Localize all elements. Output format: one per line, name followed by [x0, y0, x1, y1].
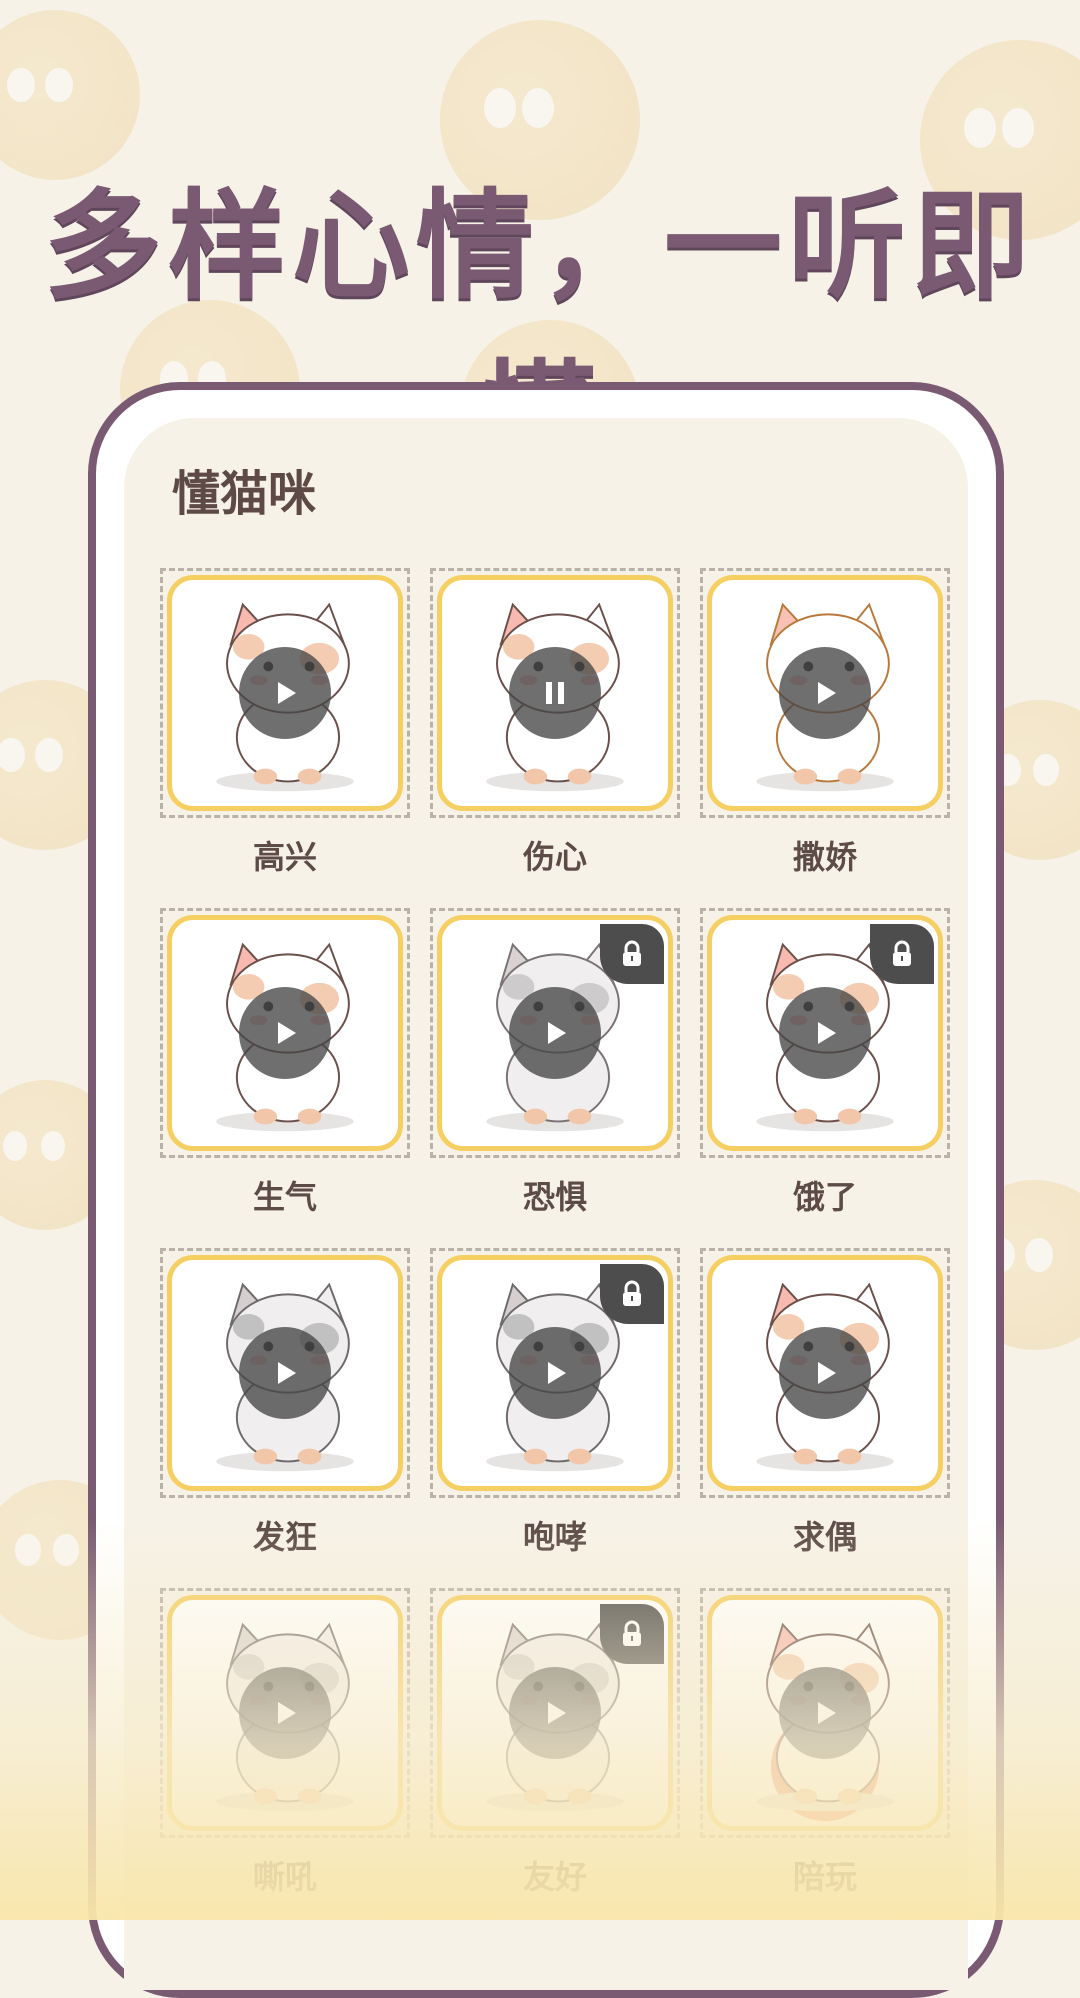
play-button[interactable] [509, 1327, 601, 1419]
sound-card-thumbnail[interactable] [437, 575, 673, 811]
sound-card-thumbnail[interactable] [707, 1255, 943, 1491]
play-button[interactable] [239, 647, 331, 739]
play-button[interactable] [509, 987, 601, 1079]
sound-card[interactable]: 生气 [160, 908, 410, 1216]
play-button[interactable] [779, 1667, 871, 1759]
pause-button[interactable] [509, 647, 601, 739]
sound-card-thumbnail[interactable] [167, 1595, 403, 1831]
sound-card-frame[interactable] [430, 1588, 680, 1838]
sound-card[interactable]: 伤心 [430, 568, 680, 876]
sound-card-label: 恐惧 [522, 1178, 587, 1216]
sound-card-frame[interactable] [700, 568, 950, 818]
sound-card-label: 嘶吼 [252, 1858, 317, 1896]
sound-card-frame[interactable] [430, 568, 680, 818]
sound-card[interactable]: 恐惧 [430, 908, 680, 1216]
sound-card-label: 咆哮 [522, 1518, 587, 1556]
sound-card[interactable]: 高兴 [160, 568, 410, 876]
play-button[interactable] [779, 987, 871, 1079]
play-button[interactable] [509, 1667, 601, 1759]
play-button[interactable] [239, 987, 331, 1079]
sound-card-frame[interactable] [160, 908, 410, 1158]
play-icon [267, 1695, 303, 1731]
play-icon [537, 1695, 573, 1731]
sound-card-label: 饿了 [792, 1178, 857, 1216]
page-title: 懂猫咪 [172, 466, 317, 522]
play-icon [537, 1015, 573, 1051]
sound-card[interactable]: 饿了 [700, 908, 950, 1216]
app-screen: 懂猫咪 高兴 伤心 撒娇 生气 恐惧 饿了 发狂 咆哮 求偶 嘶吼 友好 陪玩 [124, 418, 968, 1990]
sound-card[interactable]: 求偶 [700, 1248, 950, 1556]
sound-card[interactable]: 嘶吼 [160, 1588, 410, 1896]
sound-card-thumbnail[interactable] [437, 1595, 673, 1831]
sound-card-thumbnail[interactable] [167, 1255, 403, 1491]
lock-badge [870, 924, 934, 984]
play-icon [267, 1355, 303, 1391]
sound-card[interactable]: 陪玩 [700, 1588, 950, 1896]
lock-icon [619, 940, 645, 968]
sound-card-frame[interactable] [700, 908, 950, 1158]
play-button[interactable] [239, 1327, 331, 1419]
play-button[interactable] [239, 1667, 331, 1759]
sound-card-frame[interactable] [160, 568, 410, 818]
sound-card-frame[interactable] [700, 1248, 950, 1498]
play-icon [267, 675, 303, 711]
play-icon [807, 675, 843, 711]
lock-badge [600, 924, 664, 984]
sound-card[interactable]: 友好 [430, 1588, 680, 1896]
lock-badge [600, 1264, 664, 1324]
pause-icon [537, 675, 573, 711]
sound-grid: 高兴 伤心 撒娇 生气 恐惧 饿了 发狂 咆哮 求偶 嘶吼 友好 陪玩 [160, 568, 950, 1896]
play-icon [807, 1695, 843, 1731]
lock-badge [600, 1604, 664, 1664]
sound-card[interactable]: 撒娇 [700, 568, 950, 876]
sound-card-thumbnail[interactable] [167, 575, 403, 811]
sound-card-frame[interactable] [430, 1248, 680, 1498]
sound-card-thumbnail[interactable] [707, 575, 943, 811]
play-button[interactable] [779, 1327, 871, 1419]
sound-card-label: 发狂 [252, 1518, 317, 1556]
lock-icon [889, 940, 915, 968]
sound-card-label: 伤心 [522, 838, 587, 876]
sound-card-thumbnail[interactable] [707, 1595, 943, 1831]
phone-frame: 懂猫咪 高兴 伤心 撒娇 生气 恐惧 饿了 发狂 咆哮 求偶 嘶吼 友好 陪玩 [88, 382, 1004, 1998]
play-icon [807, 1015, 843, 1051]
sound-card-frame[interactable] [700, 1588, 950, 1838]
lock-icon [619, 1620, 645, 1648]
sound-card-thumbnail[interactable] [707, 915, 943, 1151]
play-button[interactable] [779, 647, 871, 739]
sound-card-frame[interactable] [160, 1248, 410, 1498]
sound-card-thumbnail[interactable] [437, 1255, 673, 1491]
sound-card-thumbnail[interactable] [167, 915, 403, 1151]
sound-card-label: 求偶 [792, 1518, 857, 1556]
lock-icon [619, 1280, 645, 1308]
sound-card-frame[interactable] [430, 908, 680, 1158]
sound-card-label: 生气 [252, 1178, 317, 1216]
sound-card-frame[interactable] [160, 1588, 410, 1838]
play-icon [807, 1355, 843, 1391]
sound-card[interactable]: 发狂 [160, 1248, 410, 1556]
sound-card-label: 陪玩 [792, 1858, 857, 1896]
sound-card-thumbnail[interactable] [437, 915, 673, 1151]
play-icon [267, 1015, 303, 1051]
sound-card[interactable]: 咆哮 [430, 1248, 680, 1556]
sound-card-label: 撒娇 [792, 838, 857, 876]
play-icon [537, 1355, 573, 1391]
sound-card-label: 高兴 [252, 838, 317, 876]
sound-card-label: 友好 [522, 1858, 587, 1896]
